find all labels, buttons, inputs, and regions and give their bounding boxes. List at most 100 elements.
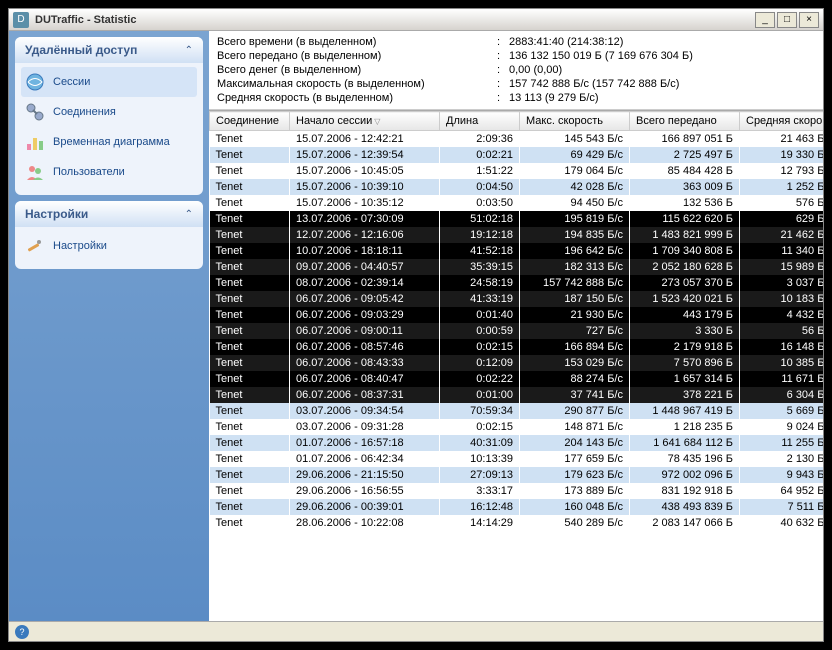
table-cell: 41:52:18 bbox=[440, 243, 520, 259]
table-row[interactable]: Tenet03.07.2006 - 09:34:5470:59:34290 87… bbox=[210, 403, 824, 419]
table-row[interactable]: Tenet15.07.2006 - 12:39:540:02:2169 429 … bbox=[210, 147, 824, 163]
table-cell: 157 742 888 Б/с bbox=[520, 275, 630, 291]
table-row[interactable]: Tenet06.07.2006 - 08:37:310:01:0037 741 … bbox=[210, 387, 824, 403]
chevron-up-icon: ⌃ bbox=[185, 45, 193, 56]
table-cell: Tenet bbox=[210, 419, 290, 435]
table-row[interactable]: Tenet06.07.2006 - 09:05:4241:33:19187 15… bbox=[210, 291, 824, 307]
nav-item-users[interactable]: Пользователи bbox=[21, 157, 197, 187]
column-header[interactable]: Макс. скорость bbox=[520, 112, 630, 131]
close-button[interactable]: × bbox=[799, 12, 819, 28]
table-row[interactable]: Tenet08.07.2006 - 02:39:1424:58:19157 74… bbox=[210, 275, 824, 291]
summary-key: Всего времени (в выделенном) bbox=[217, 36, 497, 48]
users-icon bbox=[25, 162, 45, 182]
nav-item-connections[interactable]: Соединения bbox=[21, 97, 197, 127]
table-cell: 6 304 Б/с bbox=[740, 387, 824, 403]
help-icon[interactable]: ? bbox=[15, 625, 29, 639]
table-row[interactable]: Tenet01.07.2006 - 16:57:1840:31:09204 14… bbox=[210, 435, 824, 451]
nav-label: Временная диаграмма bbox=[53, 136, 170, 148]
table-cell: 51:02:18 bbox=[440, 211, 520, 227]
column-header[interactable]: Длина bbox=[440, 112, 520, 131]
table-cell: 06.07.2006 - 09:00:11 bbox=[290, 323, 440, 339]
table-row[interactable]: Tenet15.07.2006 - 10:45:051:51:22179 064… bbox=[210, 163, 824, 179]
table-cell: Tenet bbox=[210, 227, 290, 243]
panel-title: Удалённый доступ bbox=[25, 43, 137, 57]
nav-item-timegraph[interactable]: Временная диаграмма bbox=[21, 127, 197, 157]
table-row[interactable]: Tenet06.07.2006 - 08:57:460:02:15166 894… bbox=[210, 339, 824, 355]
table-cell: 56 Б/с bbox=[740, 323, 824, 339]
table-cell: 78 435 196 Б bbox=[630, 451, 740, 467]
table-cell: 195 819 Б/с bbox=[520, 211, 630, 227]
table-cell: 88 274 Б/с bbox=[520, 371, 630, 387]
table-cell: Tenet bbox=[210, 387, 290, 403]
table-cell: Tenet bbox=[210, 355, 290, 371]
column-label: Средняя скоро... bbox=[746, 115, 823, 127]
table-cell: Tenet bbox=[210, 179, 290, 195]
table-row[interactable]: Tenet15.07.2006 - 12:42:212:09:36145 543… bbox=[210, 131, 824, 148]
table-cell: 40:31:09 bbox=[440, 435, 520, 451]
table-row[interactable]: Tenet28.06.2006 - 10:22:0814:14:29540 28… bbox=[210, 515, 824, 531]
table-row[interactable]: Tenet12.07.2006 - 12:16:0619:12:18194 83… bbox=[210, 227, 824, 243]
sessions-icon bbox=[25, 72, 45, 92]
table-row[interactable]: Tenet10.07.2006 - 18:18:1141:52:18196 64… bbox=[210, 243, 824, 259]
summary-key: Максимальная скорость (в выделенном) bbox=[217, 78, 497, 90]
panel-header[interactable]: Настройки ⌃ bbox=[15, 201, 203, 227]
sessions-table-wrap[interactable]: СоединениеНачало сессии▽ДлинаМакс. скоро… bbox=[209, 110, 823, 621]
column-header[interactable]: Начало сессии▽ bbox=[290, 112, 440, 131]
table-row[interactable]: Tenet03.07.2006 - 09:31:280:02:15148 871… bbox=[210, 419, 824, 435]
table-cell: Tenet bbox=[210, 259, 290, 275]
minimize-button[interactable]: _ bbox=[755, 12, 775, 28]
nav-label: Пользователи bbox=[53, 166, 125, 178]
chevron-up-icon: ⌃ bbox=[185, 209, 193, 220]
table-cell: 0:02:22 bbox=[440, 371, 520, 387]
table-row[interactable]: Tenet15.07.2006 - 10:39:100:04:5042 028 … bbox=[210, 179, 824, 195]
table-row[interactable]: Tenet06.07.2006 - 09:03:290:01:4021 930 … bbox=[210, 307, 824, 323]
summary-row: Средняя скорость (в выделенном):13 113 (… bbox=[217, 91, 815, 105]
summary-row: Всего времени (в выделенном):2883:41:40 … bbox=[217, 35, 815, 49]
table-row[interactable]: Tenet06.07.2006 - 09:00:110:00:59727 Б/с… bbox=[210, 323, 824, 339]
table-cell: 01.07.2006 - 06:42:34 bbox=[290, 451, 440, 467]
table-cell: Tenet bbox=[210, 147, 290, 163]
table-cell: 10.07.2006 - 18:18:11 bbox=[290, 243, 440, 259]
table-cell: 148 871 Б/с bbox=[520, 419, 630, 435]
table-cell: 06.07.2006 - 09:05:42 bbox=[290, 291, 440, 307]
table-row[interactable]: Tenet13.07.2006 - 07:30:0951:02:18195 81… bbox=[210, 211, 824, 227]
maximize-button[interactable]: □ bbox=[777, 12, 797, 28]
table-cell: 16:12:48 bbox=[440, 499, 520, 515]
table-row[interactable]: Tenet29.06.2006 - 00:39:0116:12:48160 04… bbox=[210, 499, 824, 515]
table-cell: 160 048 Б/с bbox=[520, 499, 630, 515]
connections-icon bbox=[25, 102, 45, 122]
column-header[interactable]: Всего передано bbox=[630, 112, 740, 131]
table-cell: 145 543 Б/с bbox=[520, 131, 630, 148]
table-cell: Tenet bbox=[210, 499, 290, 515]
table-cell: 438 493 839 Б bbox=[630, 499, 740, 515]
summary-block: Всего времени (в выделенном):2883:41:40 … bbox=[209, 31, 823, 110]
table-row[interactable]: Tenet01.07.2006 - 06:42:3410:13:39177 65… bbox=[210, 451, 824, 467]
nav-item-settings[interactable]: Настройки bbox=[21, 231, 197, 261]
table-cell: 204 143 Б/с bbox=[520, 435, 630, 451]
table-cell: Tenet bbox=[210, 195, 290, 211]
app-window: D DUTraffic - Statistic _ □ × Удалённый … bbox=[8, 8, 824, 642]
table-cell: 11 340 Б/с bbox=[740, 243, 824, 259]
panel-title: Настройки bbox=[25, 207, 88, 221]
table-cell: 7 570 896 Б bbox=[630, 355, 740, 371]
table-cell: 24:58:19 bbox=[440, 275, 520, 291]
table-row[interactable]: Tenet15.07.2006 - 10:35:120:03:5094 450 … bbox=[210, 195, 824, 211]
table-cell: 540 289 Б/с bbox=[520, 515, 630, 531]
table-row[interactable]: Tenet29.06.2006 - 21:15:5027:09:13179 62… bbox=[210, 467, 824, 483]
column-header[interactable]: Соединение bbox=[210, 112, 290, 131]
table-row[interactable]: Tenet09.07.2006 - 04:40:5735:39:15182 31… bbox=[210, 259, 824, 275]
table-row[interactable]: Tenet06.07.2006 - 08:43:330:12:09153 029… bbox=[210, 355, 824, 371]
nav-item-sessions[interactable]: Сессии bbox=[21, 67, 197, 97]
table-cell: 85 484 428 Б bbox=[630, 163, 740, 179]
table-cell: Tenet bbox=[210, 435, 290, 451]
table-cell: 1 218 235 Б bbox=[630, 419, 740, 435]
table-cell: 179 623 Б/с bbox=[520, 467, 630, 483]
column-label: Начало сессии bbox=[296, 115, 372, 127]
table-cell: 115 622 620 Б bbox=[630, 211, 740, 227]
table-row[interactable]: Tenet29.06.2006 - 16:56:553:33:17173 889… bbox=[210, 483, 824, 499]
table-cell: 1 709 340 808 Б bbox=[630, 243, 740, 259]
main-panel: Всего времени (в выделенном):2883:41:40 … bbox=[209, 31, 823, 621]
table-row[interactable]: Tenet06.07.2006 - 08:40:470:02:2288 274 … bbox=[210, 371, 824, 387]
panel-header[interactable]: Удалённый доступ ⌃ bbox=[15, 37, 203, 63]
column-header[interactable]: Средняя скоро... bbox=[740, 112, 824, 131]
